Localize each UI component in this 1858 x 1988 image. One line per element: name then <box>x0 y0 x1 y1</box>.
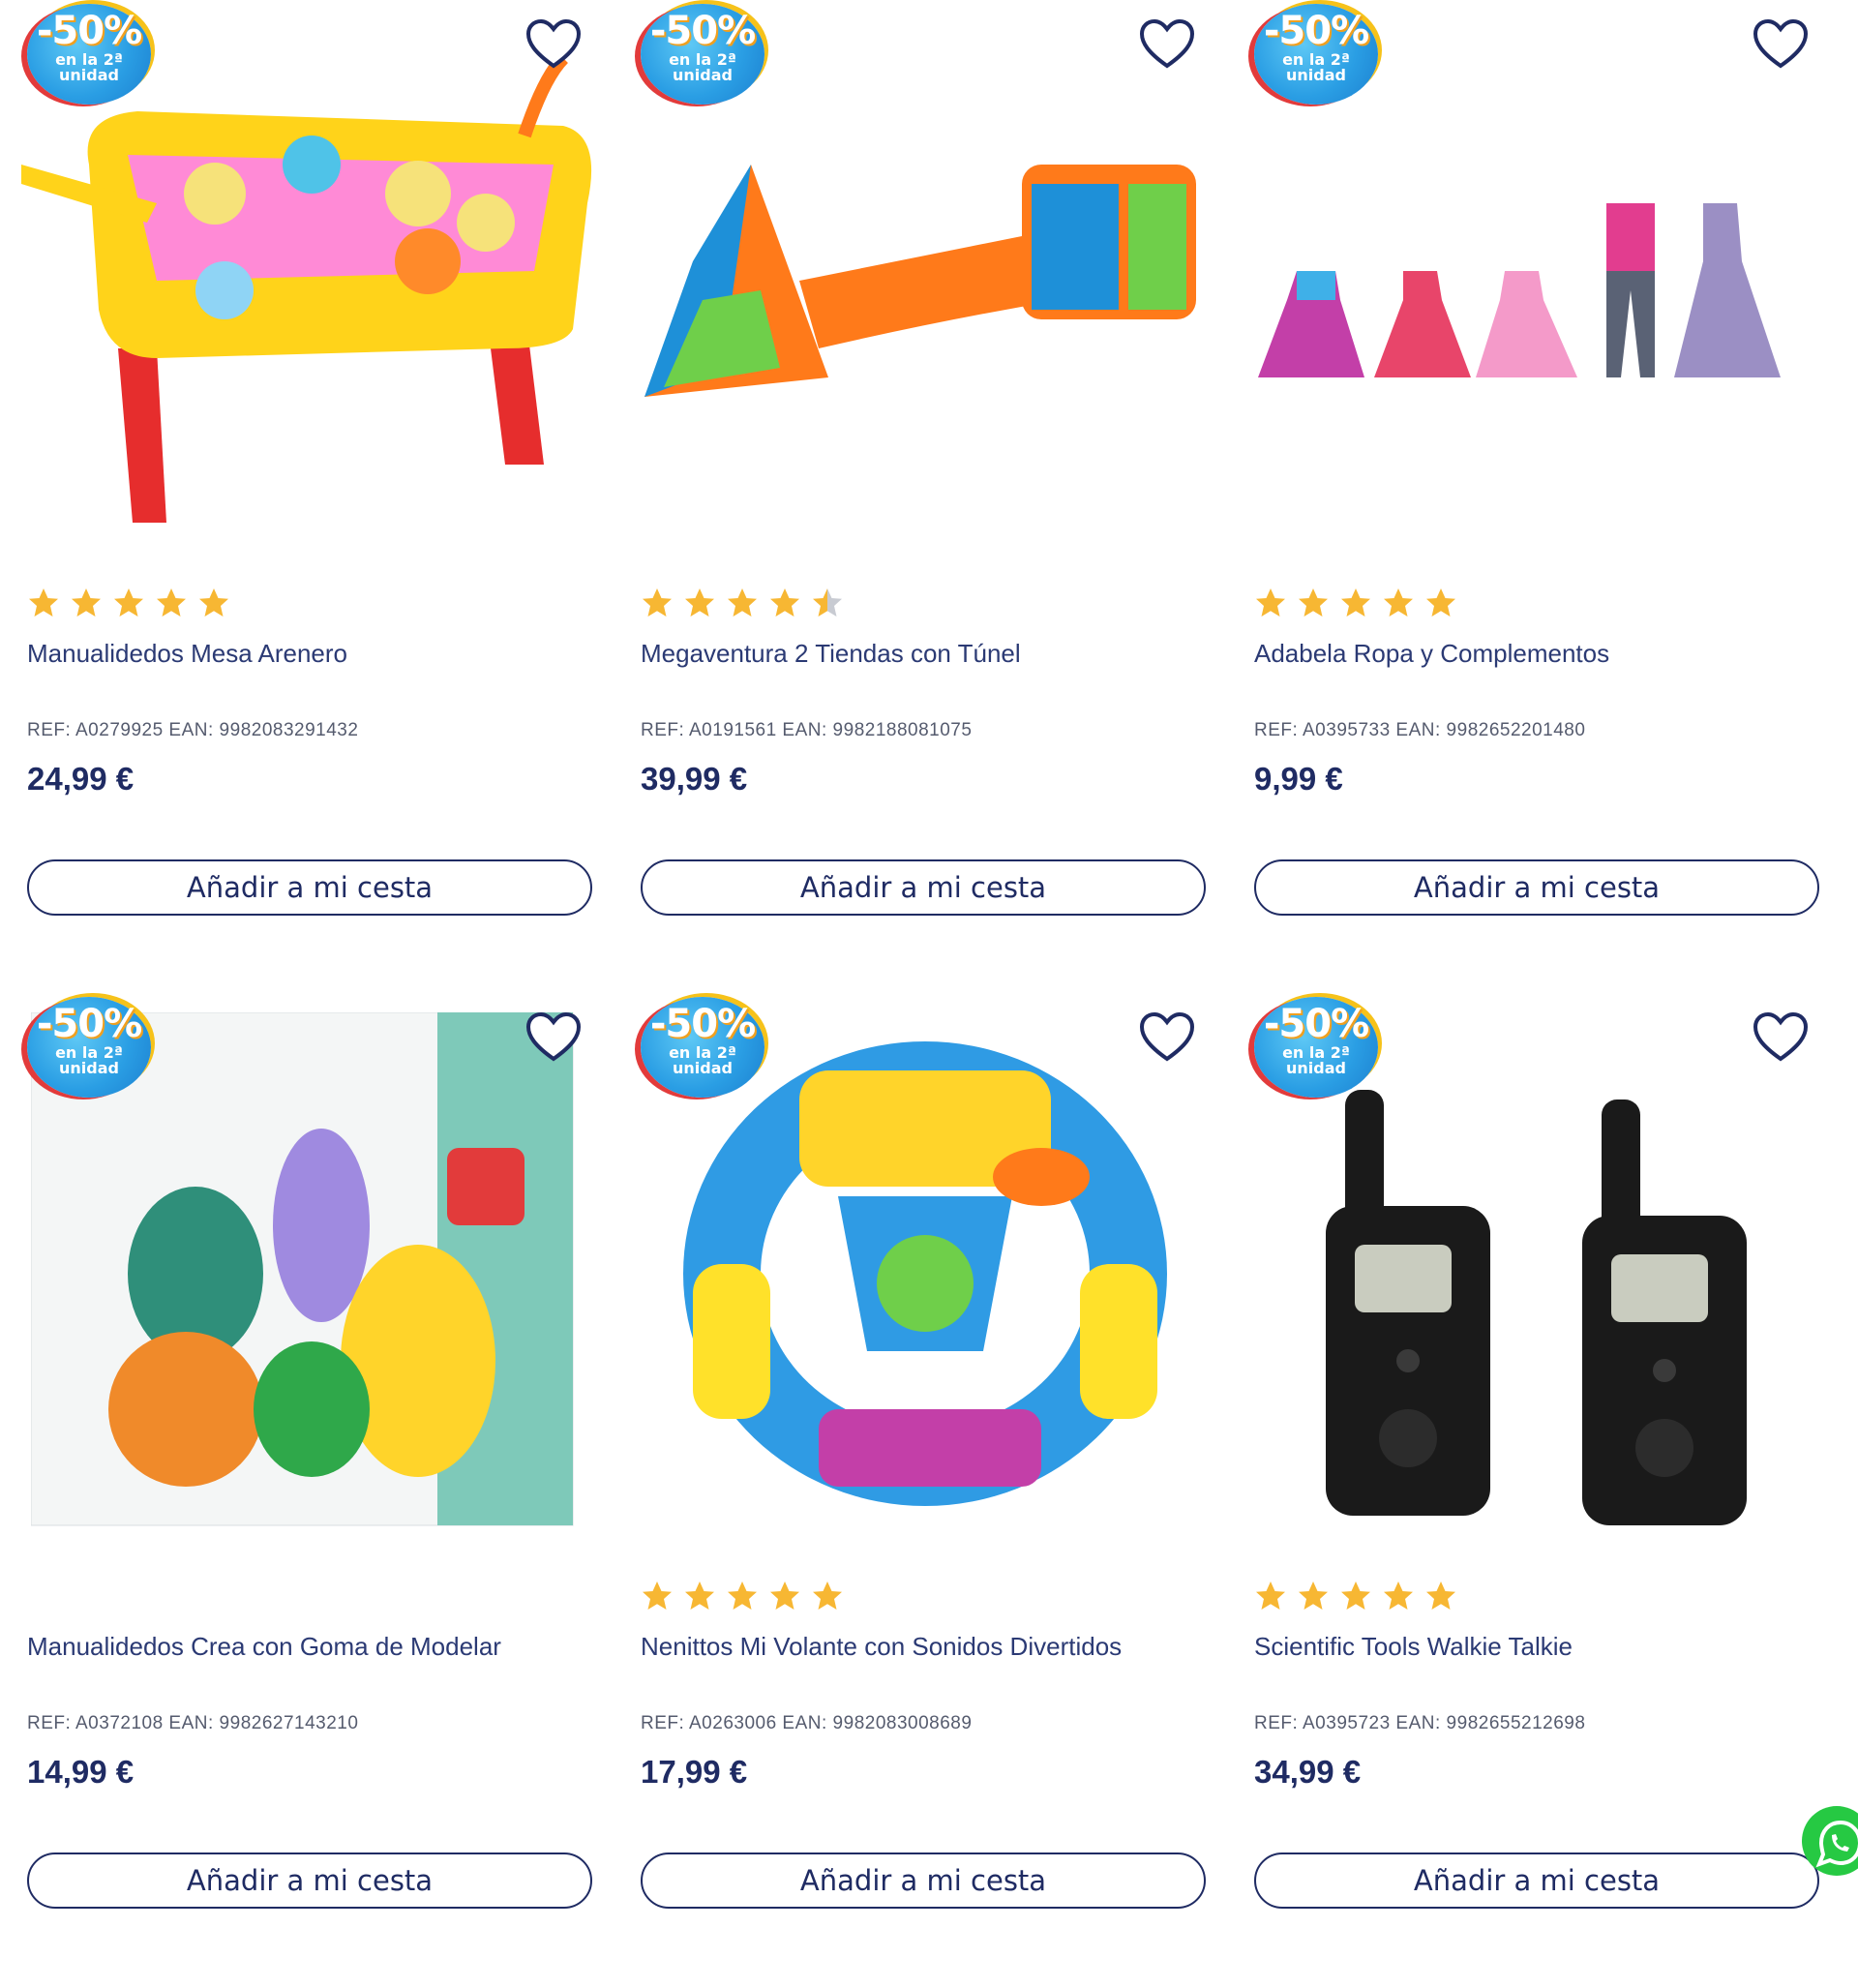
star-icon <box>1341 1581 1370 1610</box>
product-image[interactable]: -50% en la 2ª unidad <box>21 993 592 1535</box>
product-card: -50% en la 2ª unidad Manualidedos Mesa A… <box>21 0 592 968</box>
star-icon <box>1426 1581 1455 1610</box>
rating-stars <box>27 587 230 621</box>
star-icon <box>199 588 228 617</box>
discount-percent: -50% <box>1263 1002 1369 1046</box>
star-icon <box>1256 588 1285 617</box>
product-image[interactable]: -50% en la 2ª unidad <box>1248 993 1819 1535</box>
star-icon <box>114 588 143 617</box>
add-to-cart-button[interactable]: Añadir a mi cesta <box>1254 859 1819 916</box>
sand-table-illustration <box>21 58 592 523</box>
add-to-cart-button[interactable]: Añadir a mi cesta <box>27 859 592 916</box>
add-to-cart-button[interactable]: Añadir a mi cesta <box>1254 1852 1819 1909</box>
star-icon <box>813 588 842 617</box>
discount-badge: -50% en la 2ª unidad <box>27 4 151 105</box>
discount-percent: -50% <box>36 9 142 53</box>
discount-percent: -50% <box>649 1002 756 1046</box>
discount-subtext: en la 2ª unidad <box>1282 50 1350 84</box>
heart-icon[interactable] <box>1138 1010 1196 1065</box>
star-icon <box>1384 588 1413 617</box>
discount-badge: -50% en la 2ª unidad <box>1254 4 1378 105</box>
heart-icon[interactable] <box>1752 1010 1810 1065</box>
star-icon <box>72 588 101 617</box>
product-name[interactable]: Manualidedos Mesa Arenero <box>27 639 347 669</box>
product-image[interactable]: -50% en la 2ª unidad <box>635 993 1206 1535</box>
rating-stars <box>1254 587 1457 621</box>
product-price: 39,99 € <box>641 761 748 797</box>
discount-percent: -50% <box>1263 9 1369 53</box>
product-name[interactable]: Adabela Ropa y Complementos <box>1254 639 1609 669</box>
discount-percent: -50% <box>36 1002 142 1046</box>
product-ref: REF: A0395723 EAN: 9982655212698 <box>1254 1713 1586 1733</box>
product-name[interactable]: Manualidedos Crea con Goma de Modelar <box>27 1632 501 1662</box>
product-ref: REF: A0191561 EAN: 9982188081075 <box>641 720 973 740</box>
product-price: 34,99 € <box>1254 1754 1362 1790</box>
star-icon <box>813 1581 842 1610</box>
discount-subtext: en la 2ª unidad <box>1282 1043 1350 1077</box>
star-icon <box>728 1581 757 1610</box>
star-icon <box>685 1581 714 1610</box>
add-to-cart-button[interactable]: Añadir a mi cesta <box>27 1852 592 1909</box>
product-ref: REF: A0395733 EAN: 9982652201480 <box>1254 720 1586 740</box>
heart-icon[interactable] <box>524 1010 583 1065</box>
product-card: -50% en la 2ª unidad Nenittos Mi Volante… <box>635 993 1206 1961</box>
add-to-cart-button[interactable]: Añadir a mi cesta <box>641 859 1206 916</box>
product-card: -50% en la 2ª unidad Megaventura 2 Tiend… <box>635 0 1206 968</box>
product-ref: REF: A0279925 EAN: 9982083291432 <box>27 720 359 740</box>
star-icon <box>643 588 672 617</box>
product-image[interactable]: -50% en la 2ª unidad <box>635 0 1206 542</box>
discount-badge: -50% en la 2ª unidad <box>641 4 764 105</box>
star-icon <box>1299 588 1328 617</box>
star-icon <box>770 588 799 617</box>
rating-stars <box>1254 1580 1457 1614</box>
rating-stars <box>641 587 844 621</box>
discount-percent: -50% <box>649 9 756 53</box>
heart-icon[interactable] <box>524 17 583 72</box>
star-icon <box>1299 1581 1328 1610</box>
star-icon <box>1426 588 1455 617</box>
product-name[interactable]: Scientific Tools Walkie Talkie <box>1254 1632 1573 1662</box>
discount-subtext: en la 2ª unidad <box>55 1043 123 1077</box>
steering-wheel-illustration <box>683 1041 1167 1506</box>
add-to-cart-button[interactable]: Añadir a mi cesta <box>641 1852 1206 1909</box>
product-ref: REF: A0263006 EAN: 9982083008689 <box>641 1713 973 1733</box>
heart-icon[interactable] <box>1752 17 1810 72</box>
star-icon <box>770 1581 799 1610</box>
doll-clothes-illustration <box>1258 203 1781 377</box>
product-price: 17,99 € <box>641 1754 748 1790</box>
star-icon <box>29 588 58 617</box>
discount-badge: -50% en la 2ª unidad <box>641 997 764 1098</box>
star-icon <box>728 588 757 617</box>
star-icon <box>1384 1581 1413 1610</box>
whatsapp-icon[interactable] <box>1802 1806 1858 1876</box>
product-image[interactable]: -50% en la 2ª unidad <box>21 0 592 542</box>
discount-subtext: en la 2ª unidad <box>55 50 123 84</box>
discount-subtext: en la 2ª unidad <box>669 50 736 84</box>
product-price: 14,99 € <box>27 1754 135 1790</box>
product-card: -50% en la 2ª unidad Adabela Ropa y Comp… <box>1248 0 1819 968</box>
tent-tunnel-illustration <box>644 165 1196 397</box>
heart-icon[interactable] <box>1138 17 1196 72</box>
walkie-talkie-illustration <box>1326 1090 1747 1525</box>
product-ref: REF: A0372108 EAN: 9982627143210 <box>27 1713 359 1733</box>
star-icon <box>1341 588 1370 617</box>
product-card: -50% en la 2ª unidad Scientific Tools Wa… <box>1248 993 1819 1961</box>
star-icon <box>685 588 714 617</box>
rating-stars <box>641 1580 844 1614</box>
product-card: -50% en la 2ª unidad Manualidedos Crea c… <box>21 993 592 1961</box>
product-price: 9,99 € <box>1254 761 1343 797</box>
discount-subtext: en la 2ª unidad <box>669 1043 736 1077</box>
product-name[interactable]: Nenittos Mi Volante con Sonidos Divertid… <box>641 1632 1122 1662</box>
star-icon <box>157 588 186 617</box>
star-icon <box>1256 1581 1285 1610</box>
product-image[interactable]: -50% en la 2ª unidad <box>1248 0 1819 542</box>
product-name[interactable]: Megaventura 2 Tiendas con Túnel <box>641 639 1021 669</box>
discount-badge: -50% en la 2ª unidad <box>1254 997 1378 1098</box>
discount-badge: -50% en la 2ª unidad <box>27 997 151 1098</box>
product-price: 24,99 € <box>27 761 135 797</box>
star-icon <box>643 1581 672 1610</box>
